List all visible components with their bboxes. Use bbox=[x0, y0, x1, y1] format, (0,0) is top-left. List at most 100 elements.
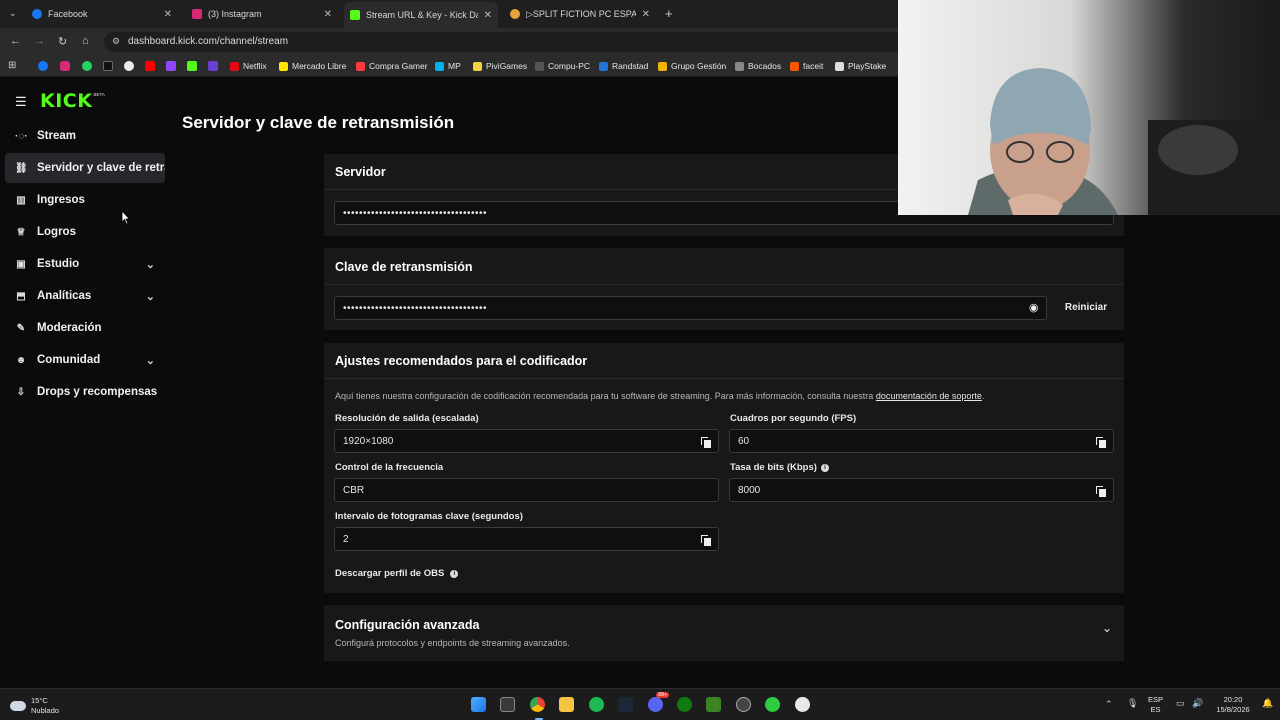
apps-grid-icon[interactable]: ⊞ bbox=[8, 60, 16, 71]
stream-key-heading: Clave de retransmisión bbox=[335, 260, 473, 274]
tab-kick-dashboard[interactable]: Stream URL & Key - Kick Dashb ✕ bbox=[344, 2, 498, 28]
bookmark-netflix[interactable]: Netflix bbox=[230, 61, 267, 71]
utorrent-icon[interactable] bbox=[765, 697, 780, 712]
bookmark-label: MP bbox=[448, 61, 461, 71]
kick-logo[interactable]: KICK BETA bbox=[40, 90, 105, 112]
support-docs-link[interactable]: documentación de soporte bbox=[876, 391, 982, 401]
close-tab-icon[interactable]: ✕ bbox=[324, 9, 332, 20]
sidebar-item-analytics[interactable]: ⬒ Analíticas ⌄ bbox=[5, 281, 165, 311]
info-icon[interactable]: i bbox=[820, 463, 829, 472]
analytics-icon: ⬒ bbox=[16, 290, 26, 302]
chevron-down-icon[interactable]: ⌄ bbox=[1102, 621, 1112, 635]
obs-profile-download[interactable]: Descargar perfil de OBS i bbox=[335, 568, 459, 579]
bookmark-compra-gamer[interactable]: Compra Gamer bbox=[356, 61, 428, 71]
home-icon[interactable]: ⌂ bbox=[82, 35, 89, 47]
sidebar-item-achievements[interactable]: ♕ Logros bbox=[5, 217, 165, 247]
info-icon[interactable]: i bbox=[450, 569, 459, 578]
bitrate-field[interactable]: 8000 bbox=[729, 478, 1114, 502]
forward-icon[interactable]: → bbox=[34, 35, 45, 47]
copy-icon[interactable] bbox=[701, 535, 711, 546]
stream-key-field[interactable]: •••••••••••••••••••••••••••••••••••• ◉ bbox=[334, 296, 1047, 320]
chevron-up-icon[interactable]: ⌃ bbox=[1105, 699, 1113, 710]
bookmark-label: Grupo Gestión bbox=[671, 61, 727, 71]
copy-icon[interactable] bbox=[1096, 486, 1106, 497]
bookmark-mp[interactable]: MP bbox=[435, 61, 461, 71]
whatsapp-bookmark-icon[interactable] bbox=[82, 61, 92, 71]
advanced-settings-card[interactable]: Configuración avanzada Configurá protoco… bbox=[324, 605, 1124, 661]
language-indicator[interactable]: ESP ES bbox=[1148, 695, 1163, 715]
copy-icon[interactable] bbox=[701, 437, 711, 448]
bookmark-compu-pc[interactable]: Compu-PC bbox=[535, 61, 590, 71]
tab-facebook[interactable]: Facebook ✕ bbox=[26, 4, 178, 24]
sidebar-item-revenue[interactable]: ▥ Ingresos bbox=[5, 185, 165, 215]
close-tab-icon[interactable]: ✕ bbox=[164, 9, 172, 20]
resolution-field[interactable]: 1920×1080 bbox=[334, 429, 719, 453]
minecraft-icon[interactable] bbox=[706, 697, 721, 712]
bookmark-pivigames[interactable]: PiviGames bbox=[473, 61, 527, 71]
keyframe-interval-field[interactable]: 2 bbox=[334, 527, 719, 551]
chevron-down-icon: ⌄ bbox=[145, 354, 155, 367]
reset-key-button[interactable]: Reiniciar bbox=[1056, 298, 1116, 318]
instagram-bookmark-icon[interactable] bbox=[60, 61, 70, 71]
tiktok-bookmark-icon[interactable] bbox=[103, 61, 113, 71]
close-tab-icon[interactable]: ✕ bbox=[484, 10, 492, 21]
bocados-icon bbox=[735, 61, 744, 71]
eye-icon[interactable]: ◉ bbox=[1029, 301, 1039, 314]
app-icon[interactable] bbox=[795, 697, 810, 712]
fps-label: Cuadros por segundo (FPS) bbox=[730, 413, 857, 424]
steam-icon[interactable] bbox=[618, 697, 633, 712]
bookmark-mercado-libre[interactable]: Mercado Libre bbox=[279, 61, 346, 71]
tab-instagram[interactable]: (3) Instagram ✕ bbox=[186, 4, 338, 24]
sidebar-item-moderation[interactable]: ✎ Moderación bbox=[5, 313, 165, 343]
site-info-icon[interactable]: ⚙ bbox=[112, 36, 120, 47]
bookmark-bocados[interactable]: Bocados bbox=[735, 61, 781, 71]
sidebar-item-studio[interactable]: ▣ Estudio ⌄ bbox=[5, 249, 165, 279]
hamburger-menu-icon[interactable]: ☰ bbox=[15, 94, 27, 110]
keyframe-interval-value: 2 bbox=[343, 533, 349, 545]
file-explorer-icon[interactable] bbox=[559, 697, 574, 712]
bookmark-playstake[interactable]: PlayStake bbox=[835, 61, 886, 71]
sidebar-item-stream[interactable]: ·◌· Stream bbox=[5, 121, 165, 151]
sidebar-item-drops[interactable]: ⇩ Drops y recompensas bbox=[5, 377, 165, 407]
bookmark-faceit[interactable]: faceit bbox=[790, 61, 823, 71]
volume-icon[interactable]: 🔊 bbox=[1192, 698, 1203, 709]
page-title: Servidor y clave de retransmisión bbox=[182, 113, 455, 132]
threads-bookmark-icon[interactable] bbox=[124, 61, 134, 71]
facebook-bookmark-icon[interactable] bbox=[38, 61, 48, 71]
bookmark-randstad[interactable]: Randstad bbox=[599, 61, 648, 71]
copy-icon[interactable] bbox=[1096, 437, 1106, 448]
spotify-icon[interactable] bbox=[589, 697, 604, 712]
kick-bookmark-icon[interactable] bbox=[187, 61, 197, 71]
app-icon[interactable] bbox=[736, 697, 751, 712]
close-tab-icon[interactable]: ✕ bbox=[642, 9, 650, 20]
start-windows-icon[interactable] bbox=[471, 697, 486, 712]
bookmark-label: Randstad bbox=[612, 61, 649, 71]
bookmark-label: PlayStake bbox=[848, 61, 887, 71]
keyboard-layout: ES bbox=[1150, 705, 1161, 714]
sidebar-item-community[interactable]: ☻ Comunidad ⌄ bbox=[5, 345, 165, 375]
sidebar-item-server-key[interactable]: ⛓ Servidor y clave de retransmisión bbox=[5, 153, 165, 183]
new-tab-icon[interactable]: + bbox=[665, 6, 673, 21]
tab-split-fiction[interactable]: ▷SPLIT FICTION PC ESPAÑOL - ✕ bbox=[504, 4, 656, 24]
xbox-icon[interactable] bbox=[677, 697, 692, 712]
bookmark-grupo-gestion[interactable]: Grupo Gestión bbox=[658, 61, 726, 71]
notifications-bell-icon[interactable]: 🔔 bbox=[1262, 698, 1273, 709]
task-view-icon[interactable] bbox=[500, 697, 515, 712]
sidebar-item-label: Logros bbox=[37, 226, 76, 238]
clock[interactable]: 20:20 15/8/2026 bbox=[1212, 695, 1254, 715]
bookmark-icon[interactable] bbox=[208, 61, 218, 71]
youtube-bookmark-icon[interactable] bbox=[145, 61, 155, 71]
network-icon[interactable]: ▭ bbox=[1176, 698, 1185, 709]
tab-search-icon[interactable]: ⌄ bbox=[9, 8, 17, 19]
rate-control-field[interactable]: CBR bbox=[334, 478, 719, 502]
reload-icon[interactable]: ↻ bbox=[58, 35, 67, 48]
chrome-icon[interactable] bbox=[530, 697, 545, 712]
back-icon[interactable]: ← bbox=[10, 35, 21, 47]
weather-widget[interactable]: 15°C Nublado bbox=[10, 696, 59, 716]
fps-field[interactable]: 60 bbox=[729, 429, 1114, 453]
twitch-bookmark-icon[interactable] bbox=[166, 61, 176, 71]
microphone-icon[interactable]: 🎙 bbox=[1127, 698, 1138, 709]
rate-control-label: Control de la frecuencia bbox=[335, 462, 444, 473]
mp-icon bbox=[435, 61, 444, 71]
discord-icon[interactable] bbox=[648, 697, 663, 712]
